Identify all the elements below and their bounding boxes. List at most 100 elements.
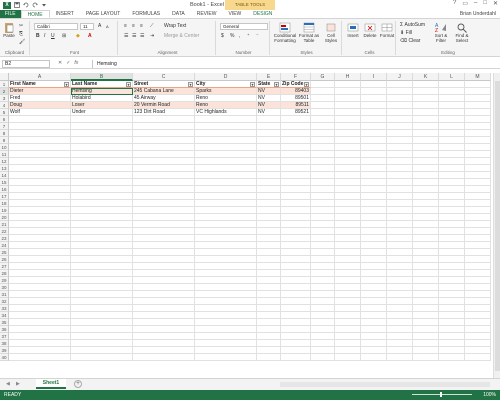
cell-m39[interactable] — [465, 347, 491, 354]
cell-m38[interactable] — [465, 340, 491, 347]
cell-a30[interactable] — [9, 284, 71, 291]
cell-g18[interactable] — [311, 200, 335, 207]
cell-m30[interactable] — [465, 284, 491, 291]
cell-b15[interactable] — [71, 179, 133, 186]
cell-f14[interactable] — [281, 172, 311, 179]
cell-j9[interactable] — [387, 137, 413, 144]
cell-d33[interactable] — [195, 305, 257, 312]
cell-l2[interactable] — [439, 88, 465, 95]
cell-j29[interactable] — [387, 277, 413, 284]
cell-b18[interactable] — [71, 200, 133, 207]
cell-g5[interactable] — [311, 109, 335, 116]
cell-m1[interactable] — [465, 81, 491, 88]
cell-l1[interactable] — [439, 81, 465, 88]
table-cell[interactable]: Dieter — [9, 88, 71, 95]
cell-f26[interactable] — [281, 256, 311, 263]
cell-h22[interactable] — [335, 228, 361, 235]
cell-l15[interactable] — [439, 179, 465, 186]
cell-l21[interactable] — [439, 221, 465, 228]
cell-f12[interactable] — [281, 158, 311, 165]
cell-m4[interactable] — [465, 102, 491, 109]
cell-h35[interactable] — [335, 319, 361, 326]
cell-a11[interactable] — [9, 151, 71, 158]
cell-j18[interactable] — [387, 200, 413, 207]
cell-k10[interactable] — [413, 144, 439, 151]
cell-l22[interactable] — [439, 228, 465, 235]
cell-k38[interactable] — [413, 340, 439, 347]
cell-k21[interactable] — [413, 221, 439, 228]
cell-j31[interactable] — [387, 291, 413, 298]
table-header-cell[interactable]: State ▾ — [257, 81, 281, 88]
zoom-level[interactable]: 100% — [483, 390, 496, 400]
cell-c26[interactable] — [133, 256, 195, 263]
indent-icon[interactable]: ⇥ — [150, 33, 154, 39]
table-cell[interactable]: Sparks — [195, 88, 257, 95]
cell-i34[interactable] — [361, 312, 387, 319]
tab-page-layout[interactable]: PAGE LAYOUT — [80, 10, 127, 18]
cell-i4[interactable] — [361, 102, 387, 109]
cell-d35[interactable] — [195, 319, 257, 326]
cell-d16[interactable] — [195, 186, 257, 193]
table-cell[interactable]: NV — [257, 95, 281, 102]
table-cell[interactable]: 123 Dirt Road — [133, 109, 195, 116]
cell-i18[interactable] — [361, 200, 387, 207]
cell-e15[interactable] — [257, 179, 281, 186]
cell-l34[interactable] — [439, 312, 465, 319]
tab-view[interactable]: VIEW — [222, 10, 247, 18]
cell-h16[interactable] — [335, 186, 361, 193]
cell-l38[interactable] — [439, 340, 465, 347]
cell-g29[interactable] — [311, 277, 335, 284]
cell-k15[interactable] — [413, 179, 439, 186]
underline-icon[interactable]: U — [51, 33, 55, 39]
cell-j13[interactable] — [387, 165, 413, 172]
cell-l17[interactable] — [439, 193, 465, 200]
cell-a21[interactable] — [9, 221, 71, 228]
cell-d11[interactable] — [195, 151, 257, 158]
cell-l6[interactable] — [439, 116, 465, 123]
tab-formulas[interactable]: FORMULAS — [126, 10, 166, 18]
row-header[interactable]: 5 — [0, 109, 9, 116]
cell-d31[interactable] — [195, 291, 257, 298]
cell-h27[interactable] — [335, 263, 361, 270]
sheet-tab-sheet1[interactable]: Sheet1 — [36, 379, 66, 389]
cell-a17[interactable] — [9, 193, 71, 200]
cancel-entry-icon[interactable]: ✕ — [58, 60, 62, 66]
row-header[interactable]: 15 — [0, 179, 9, 186]
cell-h28[interactable] — [335, 270, 361, 277]
cell-g40[interactable] — [311, 354, 335, 361]
cell-k2[interactable] — [413, 88, 439, 95]
cell-c28[interactable] — [133, 270, 195, 277]
cell-d29[interactable] — [195, 277, 257, 284]
cell-m3[interactable] — [465, 95, 491, 102]
cell-j37[interactable] — [387, 333, 413, 340]
table-cell[interactable]: Under — [71, 109, 133, 116]
cell-f17[interactable] — [281, 193, 311, 200]
cell-h18[interactable] — [335, 200, 361, 207]
cell-c33[interactable] — [133, 305, 195, 312]
cell-k19[interactable] — [413, 207, 439, 214]
align-right-icon[interactable]: ☰ — [140, 33, 144, 39]
cell-f11[interactable] — [281, 151, 311, 158]
help-icon[interactable]: ? — [453, 0, 456, 7]
tab-file[interactable]: FILE — [0, 10, 21, 18]
cell-f34[interactable] — [281, 312, 311, 319]
cell-l24[interactable] — [439, 242, 465, 249]
cell-j1[interactable] — [387, 81, 413, 88]
comma-icon[interactable]: , — [239, 33, 240, 39]
percent-icon[interactable]: % — [230, 33, 234, 39]
table-cell[interactable]: Fred — [9, 95, 71, 102]
table-header-cell[interactable]: Last Name ▾ — [71, 81, 133, 88]
cell-f29[interactable] — [281, 277, 311, 284]
cell-c40[interactable] — [133, 354, 195, 361]
cell-h6[interactable] — [335, 116, 361, 123]
cell-i25[interactable] — [361, 249, 387, 256]
cell-k1[interactable] — [413, 81, 439, 88]
cell-d34[interactable] — [195, 312, 257, 319]
cell-g7[interactable] — [311, 123, 335, 130]
cell-b30[interactable] — [71, 284, 133, 291]
cell-h8[interactable] — [335, 130, 361, 137]
cell-k9[interactable] — [413, 137, 439, 144]
cell-d39[interactable] — [195, 347, 257, 354]
cell-h32[interactable] — [335, 298, 361, 305]
cell-c11[interactable] — [133, 151, 195, 158]
